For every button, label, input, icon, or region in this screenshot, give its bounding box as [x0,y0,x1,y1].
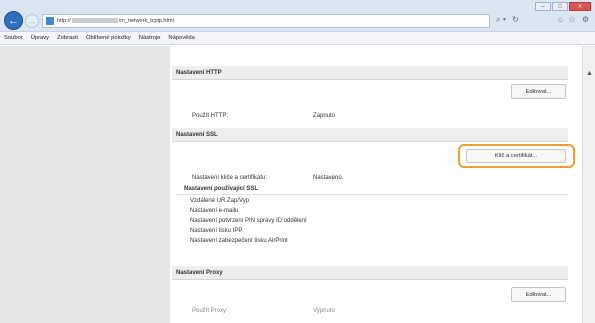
settings-content: Nastavení HTTP Editovat... Použít HTTP: … [170,46,582,323]
menu-tools[interactable]: Nástroje [139,35,161,41]
ssl-section-title: Nastavení SSL [176,131,218,138]
url-text: http:// /m_network_tcpip.html [57,18,174,24]
url-redacted [71,18,118,24]
back-button[interactable]: ← [4,11,23,30]
proxy-use-label: Použít Proxy: [192,308,228,314]
ssl-divider [176,194,568,195]
scroll-up-icon[interactable]: ▲ [586,70,593,77]
forward-arrow-icon: → [28,16,36,26]
left-nav-pane [0,46,170,323]
key-cert-label: Nastavení klíče a certifikátu: [192,175,268,181]
proxy-use-value: Vypnuto [313,308,335,314]
url-prefix: http:// [57,18,71,24]
vertical-scrollbar[interactable]: ▲ [582,46,595,323]
ssl-item-remote-ui: Vzdálené UR Zap/Vyp [190,198,250,204]
menu-view[interactable]: Zobrazit [57,35,78,41]
address-bar[interactable]: http:// /m_network_tcpip.html [42,14,490,28]
ssl-item-airprint: Nastavení zabezpečení tisku AirPrint [190,238,288,244]
back-arrow-icon: ← [8,14,19,27]
minimize-button[interactable]: – [535,2,551,11]
http-section-header: Nastavení HTTP [172,66,568,80]
proxy-section-title: Nastavení Proxy [176,269,223,276]
menu-file[interactable]: Soubor [4,35,23,41]
menu-favorites[interactable]: Oblíbené položky [86,35,131,41]
browser-titlebar: – □ ✕ ← → http:// /m_network_tcpip.html ⌕… [0,0,595,32]
refresh-icon[interactable]: ↻ [512,15,519,25]
settings-gear-icon[interactable]: ⚙ [582,15,589,24]
ssl-item-email: Nastavení e-mailu [190,208,239,214]
ssl-item-ipp: Nastavení tisku IPP [190,228,243,234]
forward-button[interactable]: → [25,14,39,28]
url-suffix: /m_network_tcpip.html [118,18,174,24]
ssl-using-header: Nastavení používající SSL [184,186,259,192]
proxy-edit-button[interactable]: Editovat... [511,287,566,302]
browser-toolbar-icons: ⌂ ☆ ⚙ [558,15,589,24]
proxy-section-header: Nastavení Proxy [172,266,568,280]
menu-edit[interactable]: Úpravy [31,35,49,41]
close-button[interactable]: ✕ [569,2,591,11]
search-dropdown-icon[interactable]: ⌕ ▾ [496,15,506,25]
callout-highlight [458,144,575,168]
key-cert-value: Nastaveno. [313,175,344,181]
address-tools: ⌕ ▾ ↻ [496,15,519,25]
maximize-button[interactable]: □ [552,2,568,11]
window-controls: – □ ✕ [535,2,591,11]
home-icon[interactable]: ⌂ [558,15,563,24]
menubar: Soubor Úpravy Zobrazit Oblíbené položky … [0,32,595,45]
ssl-section-header: Nastavení SSL [172,128,568,142]
menu-help[interactable]: Nápověda [168,35,194,41]
http-use-label: Použít HTTP: [192,113,229,119]
http-section-title: Nastavení HTTP [176,69,222,76]
http-use-value: Zapnuto [313,113,336,119]
ssl-item-pin: Nastavení potvrzení PIN správy ID odděle… [190,218,307,224]
favorites-star-icon[interactable]: ☆ [569,15,576,24]
http-edit-button[interactable]: Editovat... [511,84,566,99]
page-favicon-icon [46,17,54,25]
